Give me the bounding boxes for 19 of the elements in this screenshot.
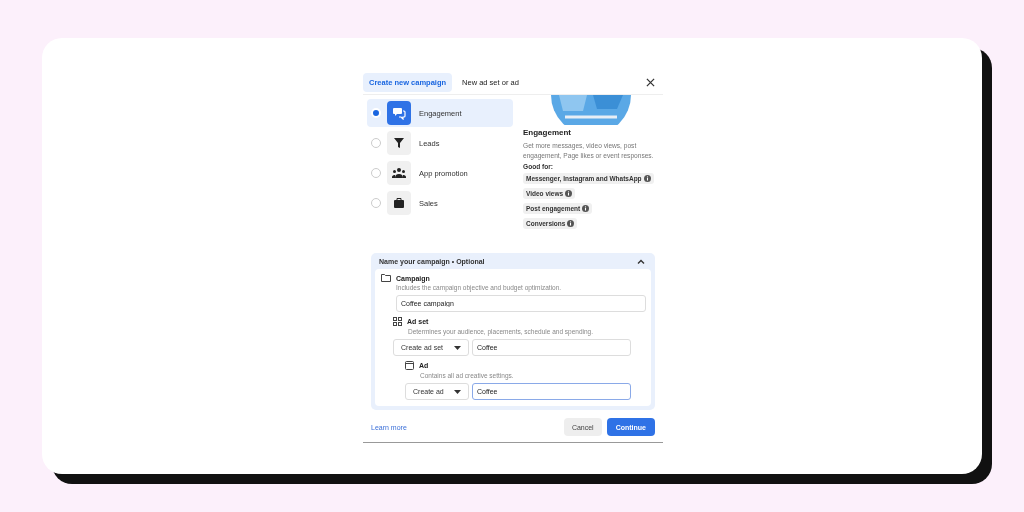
- radio-button[interactable]: [371, 168, 381, 178]
- info-icon[interactable]: [565, 190, 573, 197]
- chat-icon: [387, 101, 411, 125]
- ad-icon: [405, 361, 414, 370]
- info-icon[interactable]: [643, 175, 651, 182]
- info-icon[interactable]: [567, 220, 575, 227]
- grid-icon: [393, 317, 402, 326]
- radio-button[interactable]: [371, 198, 381, 208]
- close-icon[interactable]: [646, 77, 655, 87]
- people-icon: [387, 161, 411, 185]
- caret-icon: [454, 345, 461, 350]
- chevron-icon[interactable]: [637, 258, 645, 264]
- caret-icon: [454, 389, 461, 394]
- radio-button[interactable]: [371, 138, 381, 148]
- info-icon[interactable]: [582, 205, 590, 212]
- objective-title: Engagement: [523, 128, 572, 137]
- funnel-icon: [387, 131, 411, 155]
- briefcase-icon: [387, 191, 411, 215]
- folder-icon: [381, 274, 391, 282]
